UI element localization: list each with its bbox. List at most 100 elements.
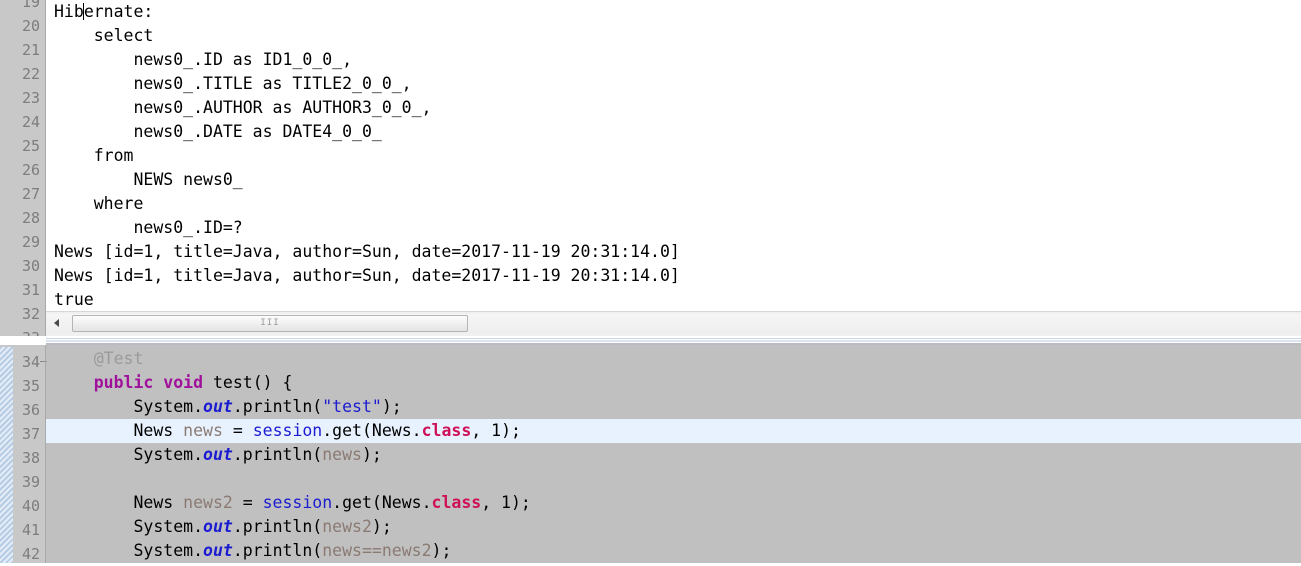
- code-token: @Test: [93, 349, 144, 368]
- code-line[interactable]: News news = session.get(News.class, 1);: [46, 419, 1301, 443]
- code-token: .println(: [232, 445, 323, 464]
- code-line[interactable]: System.out.println(news2);: [46, 515, 1301, 539]
- code-token: );: [361, 445, 382, 464]
- code-line[interactable]: from: [46, 144, 1301, 168]
- code-line[interactable]: Hibernate:: [46, 0, 1301, 24]
- console-horizontal-scrollbar[interactable]: III: [46, 311, 1301, 336]
- line-number[interactable]: 27: [0, 182, 46, 206]
- code-line[interactable]: System.out.println(news==news2);: [46, 539, 1301, 563]
- code-token: session: [262, 493, 333, 512]
- change-indicator-bar: [0, 347, 13, 563]
- code-token: test() {: [203, 373, 293, 392]
- line-number[interactable]: 32: [0, 302, 46, 326]
- code-line[interactable]: true: [46, 288, 1301, 310]
- code-line[interactable]: News [id=1, title=Java, author=Sun, date…: [46, 240, 1301, 264]
- console-left-margin: [46, 0, 50, 310]
- code-line[interactable]: @Test: [46, 347, 1301, 371]
- line-number[interactable]: 30: [0, 254, 46, 278]
- code-token: news2: [183, 493, 233, 512]
- code-token: .println(: [232, 541, 323, 560]
- code-token: out: [203, 397, 233, 416]
- line-number[interactable]: 28: [0, 206, 46, 230]
- line-number[interactable]: 22: [0, 62, 46, 86]
- code-token: news0_.ID=?: [54, 218, 243, 237]
- line-number[interactable]: 24: [0, 110, 46, 134]
- code-line[interactable]: System.out.println(news);: [46, 443, 1301, 467]
- code-token: System.: [54, 541, 204, 560]
- code-token: news: [322, 445, 362, 464]
- code-token: news2: [322, 517, 372, 536]
- code-token: System.: [54, 517, 204, 536]
- code-token: out: [203, 541, 233, 560]
- line-number[interactable]: 21: [0, 38, 46, 62]
- code-token: news0_.TITLE as TITLE2_0_0_,: [54, 74, 412, 93]
- code-token: session: [252, 421, 323, 440]
- code-line[interactable]: [46, 467, 1301, 491]
- code-token: true: [54, 290, 94, 309]
- code-token: class: [431, 493, 482, 512]
- code-token: News [id=1, title=Java, author=Sun, date…: [54, 266, 680, 285]
- divider-line-3: [46, 343, 1301, 345]
- scrollbar-thumb[interactable]: III: [72, 315, 468, 332]
- gutter-separator: [45, 0, 46, 563]
- code-token: news==news2: [322, 541, 432, 560]
- divider-line-2: [46, 340, 1301, 342]
- line-number[interactable]: 19: [0, 0, 46, 14]
- scrollbar-grip-icon: III: [260, 318, 280, 328]
- code-token: , 1);: [481, 493, 531, 512]
- code-token: .println(: [232, 517, 323, 536]
- code-token: Hib: [54, 2, 84, 21]
- code-line[interactable]: news0_.ID=?: [46, 216, 1301, 240]
- code-token: news0_.ID as ID1_0_0_,: [54, 50, 353, 69]
- code-line[interactable]: news0_.ID as ID1_0_0_,: [46, 48, 1301, 72]
- code-line[interactable]: where: [46, 192, 1301, 216]
- code-line[interactable]: news0_.AUTHOR as AUTHOR3_0_0_,: [46, 96, 1301, 120]
- code-line[interactable]: public void test() {: [46, 371, 1301, 395]
- line-number[interactable]: 20: [0, 14, 46, 38]
- line-number[interactable]: 26: [0, 158, 46, 182]
- ide-screen: 1920212223242526272829303132333435363738…: [0, 0, 1301, 563]
- code-token: News [id=1, title=Java, author=Sun, date…: [54, 242, 680, 261]
- code-line[interactable]: NEWS news0_: [46, 168, 1301, 192]
- code-token: ernate:: [83, 2, 154, 21]
- code-token: , 1);: [471, 421, 521, 440]
- scroll-left-arrow-icon[interactable]: [50, 316, 64, 330]
- code-line[interactable]: news0_.DATE as DATE4_0_0_: [46, 120, 1301, 144]
- code-token: news0_.AUTHOR as AUTHOR3_0_0_,: [54, 98, 432, 117]
- code-token: news0_.DATE as DATE4_0_0_: [54, 122, 382, 141]
- pane-divider[interactable]: [0, 336, 1301, 345]
- code-token: news: [183, 421, 223, 440]
- code-token: public: [93, 373, 154, 392]
- console-output-pane[interactable]: Hibernate: select news0_.ID as ID1_0_0_,…: [46, 0, 1301, 310]
- code-token: );: [381, 397, 402, 416]
- code-token: News: [54, 493, 184, 512]
- code-token: =: [232, 493, 263, 512]
- code-line[interactable]: System.out.println("test");: [46, 395, 1301, 419]
- line-number[interactable]: 31: [0, 278, 46, 302]
- code-token: "test": [322, 397, 382, 416]
- code-line[interactable]: select: [46, 24, 1301, 48]
- line-number[interactable]: 25: [0, 134, 46, 158]
- code-token: System.: [54, 445, 204, 464]
- code-token: class: [421, 421, 472, 440]
- code-line[interactable]: News [id=1, title=Java, author=Sun, date…: [46, 264, 1301, 288]
- code-token: out: [203, 445, 233, 464]
- code-token: .get(News.: [322, 421, 422, 440]
- code-line[interactable]: News news2 = session.get(News.class, 1);: [46, 491, 1301, 515]
- code-token: select: [54, 26, 154, 45]
- line-number[interactable]: 23: [0, 86, 46, 110]
- code-token: NEWS news0_: [54, 170, 243, 189]
- code-token: News: [54, 421, 184, 440]
- code-token: out: [203, 517, 233, 536]
- code-token: where: [54, 194, 144, 213]
- code-token: System.: [54, 397, 204, 416]
- line-number[interactable]: 29: [0, 230, 46, 254]
- code-editor-pane[interactable]: @Test public void test() { System.out.pr…: [46, 323, 1301, 563]
- code-token: from: [54, 146, 134, 165]
- code-line[interactable]: news0_.TITLE as TITLE2_0_0_,: [46, 72, 1301, 96]
- code-token: .get(News.: [332, 493, 432, 512]
- code-token: );: [371, 517, 392, 536]
